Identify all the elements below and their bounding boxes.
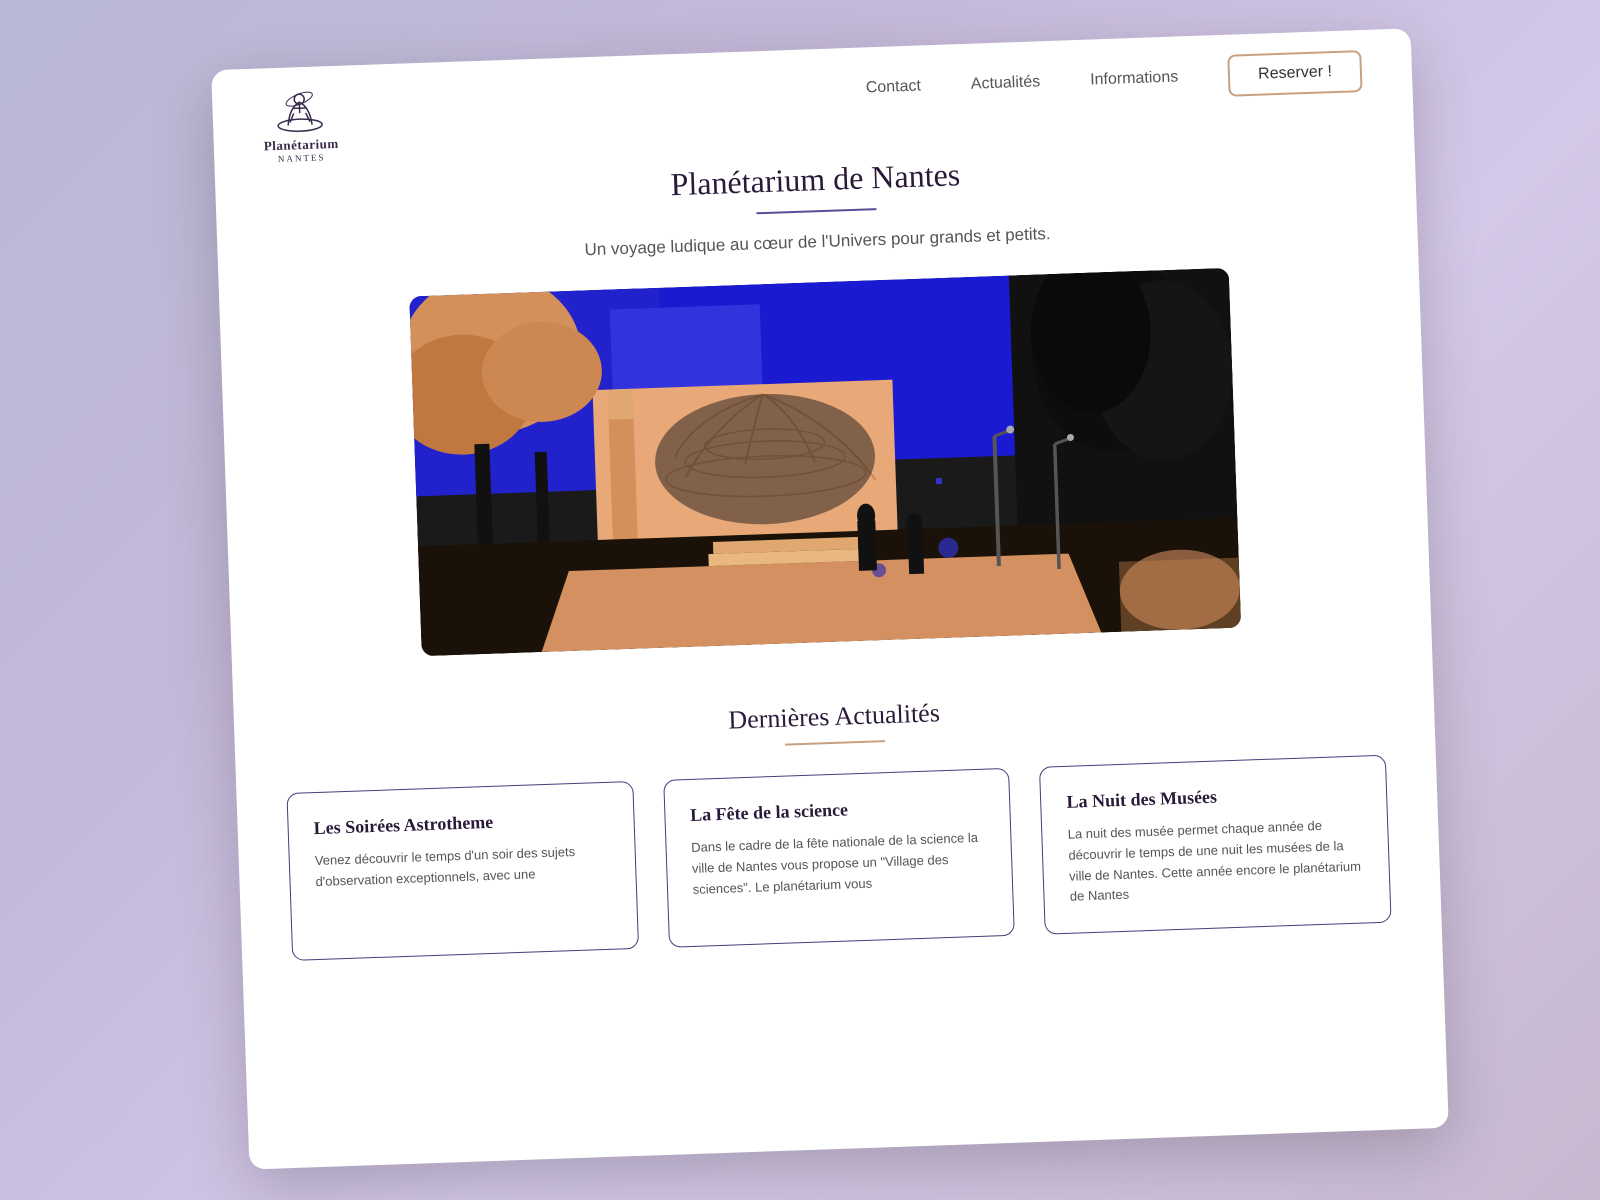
page-container: Planétarium NANTES Contact Actualités In… xyxy=(211,28,1449,1169)
card-science: La Fête de la science Dans le cadre de l… xyxy=(663,768,1015,948)
hero-title: Planétarium de Nantes xyxy=(265,142,1366,217)
hero-image xyxy=(409,268,1241,656)
nav-informations[interactable]: Informations xyxy=(1090,68,1179,89)
card-science-title: La Fête de la science xyxy=(690,795,985,826)
card-science-text: Dans le cadre de la fête nationale de la… xyxy=(691,828,988,901)
logo: Planétarium NANTES xyxy=(262,86,339,164)
card-astrotheme-text: Venez découvrir le temps d'un soir des s… xyxy=(314,841,610,893)
card-musees-title: La Nuit des Musées xyxy=(1066,782,1361,813)
card-musees: La Nuit des Musées La nuit des musée per… xyxy=(1039,755,1391,935)
planetarium-svg xyxy=(409,268,1241,656)
cards-container: Les Soirées Astrotheme Venez découvrir l… xyxy=(236,753,1441,963)
logo-name: Planétarium xyxy=(264,136,339,154)
hero-subtitle: Un voyage ludique au cœur de l'Univers p… xyxy=(268,213,1368,271)
hero-section: Planétarium de Nantes Un voyage ludique … xyxy=(213,90,1431,683)
card-musees-text: La nuit des musée permet chaque année de… xyxy=(1067,815,1364,908)
hero-title-underline xyxy=(756,208,876,214)
logo-subtitle: NANTES xyxy=(278,152,326,164)
card-astrotheme-title: Les Soirées Astrotheme xyxy=(313,808,608,839)
section-underline xyxy=(785,740,885,745)
logo-icon xyxy=(269,86,331,138)
reserve-button[interactable]: Reserver ! xyxy=(1227,50,1362,97)
nav-contact[interactable]: Contact xyxy=(866,77,922,97)
nav-actualites[interactable]: Actualités xyxy=(971,73,1041,93)
card-astrotheme: Les Soirées Astrotheme Venez découvrir l… xyxy=(286,781,638,961)
